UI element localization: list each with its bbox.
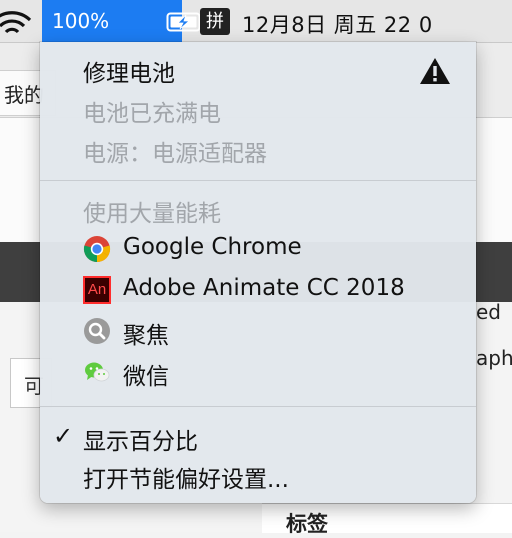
- open-energy-preferences-item[interactable]: 打开节能偏好设置...: [40, 458, 476, 498]
- battery-menu: 修理电池 电池已充满电 电源：电源适配器 使用大量能耗 Google Chrom…: [40, 42, 476, 503]
- background-right-text-2: aph: [476, 346, 512, 370]
- battery-menu-extra[interactable]: 100%: [42, 0, 204, 42]
- battery-condition: 修理电池: [83, 61, 175, 87]
- app-name-wechat: 微信: [123, 364, 169, 390]
- app-row-wechat[interactable]: 微信: [40, 353, 476, 393]
- menu-separator: [40, 406, 476, 407]
- energy-usage-header: 使用大量能耗: [83, 201, 221, 227]
- app-row-animate[interactable]: Adobe Animate CC 2018: [40, 271, 476, 311]
- show-percentage-label: 显示百分比: [83, 429, 198, 455]
- app-name-chrome: Google Chrome: [123, 234, 302, 260]
- app-row-spotlight[interactable]: 聚焦: [40, 312, 476, 352]
- wifi-icon[interactable]: [0, 6, 34, 38]
- app-name-animate: Adobe Animate CC 2018: [123, 275, 405, 301]
- menubar-clock[interactable]: 12月8日 周五 22 0: [242, 9, 433, 39]
- battery-percentage: 100%: [52, 9, 110, 33]
- background-right-text-1: ed: [476, 300, 501, 324]
- battery-status: 电池已充满电: [83, 101, 221, 127]
- menu-bar: 100% 拼 12月8日 周五 22 0: [0, 0, 512, 43]
- input-method-indicator[interactable]: 拼: [200, 8, 230, 35]
- checkmark-icon: ✓: [53, 422, 74, 450]
- app-row-chrome[interactable]: Google Chrome: [40, 230, 476, 270]
- show-percentage-item[interactable]: ✓ 显示百分比: [40, 418, 476, 458]
- background-bottom-label: 标签: [286, 512, 328, 536]
- app-name-spotlight: 聚焦: [123, 323, 169, 349]
- menu-separator: [40, 180, 476, 181]
- background-tab-label: 我的: [4, 83, 44, 107]
- warning-icon: [420, 58, 450, 84]
- power-source: 电源：电源适配器: [83, 141, 267, 167]
- open-energy-preferences-label: 打开节能偏好设置...: [83, 467, 289, 493]
